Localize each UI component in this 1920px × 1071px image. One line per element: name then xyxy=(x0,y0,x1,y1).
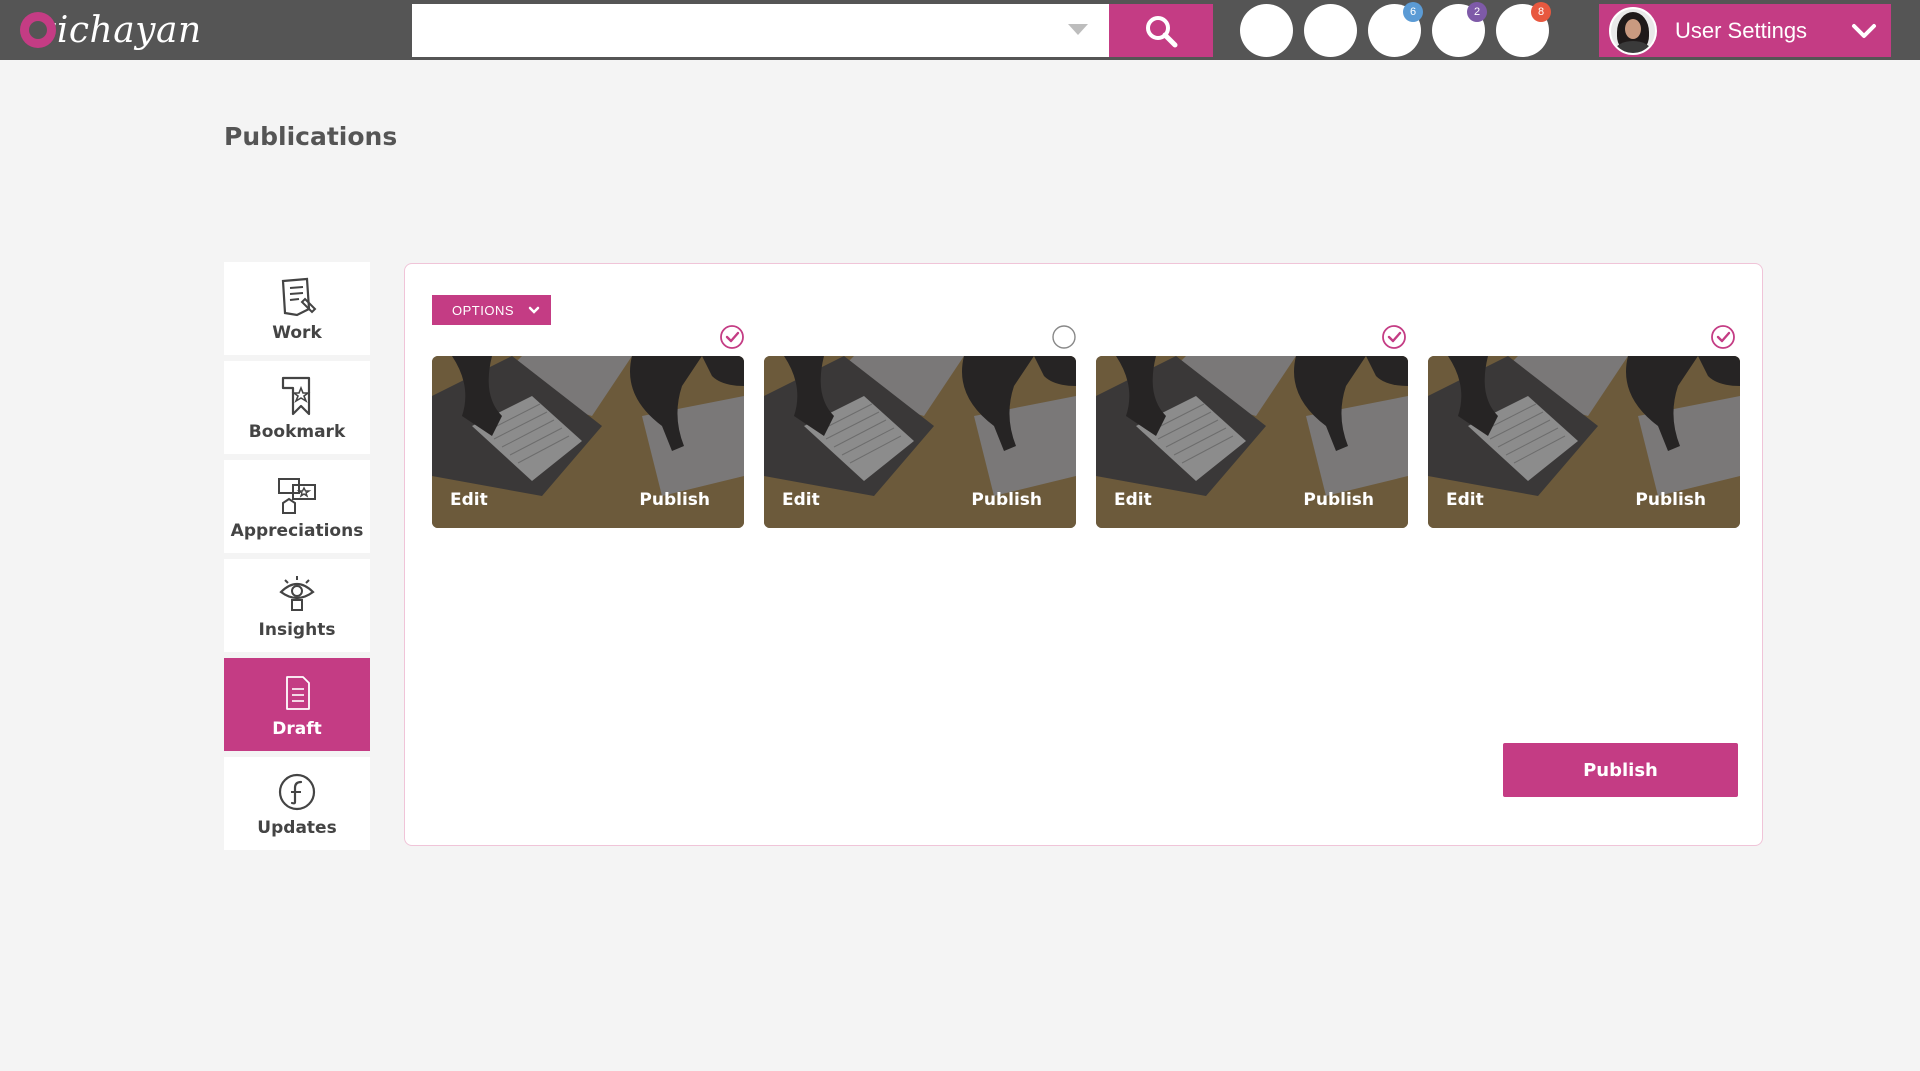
header-icon-button-5[interactable]: 8 xyxy=(1496,2,1551,57)
logo-mark-icon xyxy=(20,12,56,48)
draft-icon xyxy=(286,675,310,710)
options-dropdown[interactable]: OPTIONS xyxy=(432,295,551,325)
edit-link[interactable]: Edit xyxy=(1114,490,1152,510)
chevron-down-icon xyxy=(528,306,540,314)
select-checkbox[interactable] xyxy=(1051,324,1077,350)
sidebar-item-insights[interactable]: Insights xyxy=(224,559,370,652)
search-button[interactable] xyxy=(1109,4,1213,57)
bookmark-icon xyxy=(281,376,311,415)
sidebar-item-label: Updates xyxy=(257,817,337,838)
appreciations-icon xyxy=(278,477,316,514)
draft-card[interactable]: Edit Publish xyxy=(432,356,744,528)
checkmark-circle-icon xyxy=(720,325,744,349)
checkmark-circle-icon xyxy=(1711,325,1735,349)
draft-card[interactable]: Edit Publish xyxy=(764,356,1076,528)
avatar xyxy=(1609,6,1657,55)
edit-link[interactable]: Edit xyxy=(450,490,488,510)
sidebar-item-appreciations[interactable]: Appreciations xyxy=(224,460,370,553)
user-settings-dropdown[interactable]: User Settings xyxy=(1599,4,1891,57)
sidebar-item-label: Appreciations xyxy=(230,520,364,541)
logo-text: vichayan xyxy=(36,9,202,51)
page-title: Publications xyxy=(224,122,398,151)
header-icon-button-4[interactable]: 2 xyxy=(1432,2,1487,57)
header-icon-button-2[interactable] xyxy=(1304,4,1357,57)
draft-card[interactable]: Edit Publish xyxy=(1096,356,1408,528)
header-icon-button-3[interactable]: 6 xyxy=(1368,2,1423,57)
brand-logo[interactable]: vichayan xyxy=(20,4,202,56)
options-label: OPTIONS xyxy=(452,302,515,318)
notification-badge: 2 xyxy=(1467,2,1487,22)
search-icon xyxy=(1146,15,1178,47)
sidebar-item-work[interactable]: Work xyxy=(224,262,370,355)
checkmark-circle-icon xyxy=(1382,325,1406,349)
notification-badge: 6 xyxy=(1403,2,1423,22)
sidebar-item-bookmark[interactable]: Bookmark xyxy=(224,361,370,454)
publish-link[interactable]: Publish xyxy=(639,490,710,510)
search-dropdown-caret-icon[interactable] xyxy=(1068,24,1088,35)
sidebar-item-draft[interactable]: Draft xyxy=(224,658,370,751)
publish-link[interactable]: Publish xyxy=(971,490,1042,510)
sidebar-item-label: Bookmark xyxy=(248,421,346,442)
edit-link[interactable]: Edit xyxy=(782,490,820,510)
updates-icon xyxy=(278,773,316,810)
publish-link[interactable]: Publish xyxy=(1303,490,1374,510)
select-checkbox[interactable] xyxy=(719,324,745,350)
sidebar-item-label: Work xyxy=(272,322,322,343)
work-icon xyxy=(281,277,317,316)
draft-card[interactable]: Edit Publish xyxy=(1428,356,1740,528)
sidebar-item-label: Draft xyxy=(272,718,322,739)
search-input[interactable] xyxy=(412,4,1109,57)
sidebar-item-updates[interactable]: Updates xyxy=(224,757,370,850)
publish-link[interactable]: Publish xyxy=(1635,490,1706,510)
header-icon-button-1[interactable] xyxy=(1240,4,1293,57)
notification-badge: 8 xyxy=(1531,2,1551,22)
chevron-down-icon xyxy=(1852,23,1876,38)
side-nav: Work Bookmark Appreciations Insights Dra… xyxy=(224,262,370,856)
edit-link[interactable]: Edit xyxy=(1446,490,1484,510)
insights-icon xyxy=(279,575,315,611)
unchecked-circle-icon xyxy=(1052,325,1076,349)
user-settings-label: User Settings xyxy=(1675,17,1808,43)
top-bar: vichayan 6 2 8 User Settings xyxy=(0,0,1920,60)
drafts-panel: OPTIONS Edit Publish Edit Publish Edit P… xyxy=(404,263,1763,846)
sidebar-item-label: Insights xyxy=(258,619,336,640)
search-bar xyxy=(412,4,1213,57)
publish-button[interactable]: Publish xyxy=(1503,743,1738,797)
select-checkbox[interactable] xyxy=(1381,324,1407,350)
select-checkbox[interactable] xyxy=(1710,324,1736,350)
